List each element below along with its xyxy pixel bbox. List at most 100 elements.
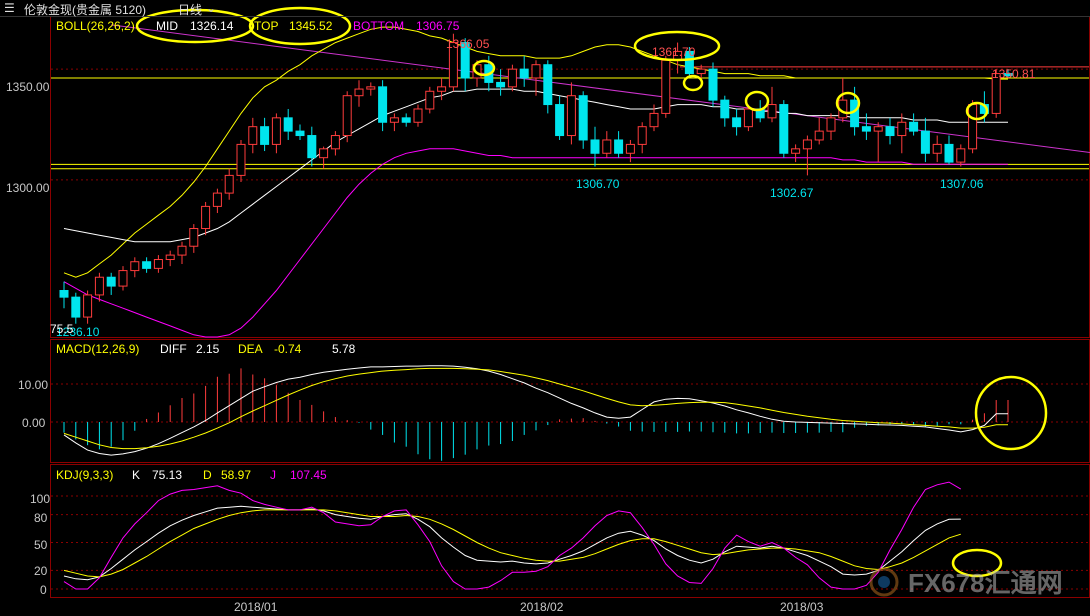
candle-body-13 [212, 192, 222, 207]
kdj-k-value: 75.13 [152, 468, 183, 482]
period-selector[interactable]: 日线 [178, 1, 202, 18]
candle-body-30 [413, 108, 423, 123]
macd-diff-label: DIFF [160, 342, 187, 356]
candle-body-0 [59, 290, 69, 298]
candle-body-18 [271, 117, 281, 145]
candle-body-45 [590, 139, 600, 154]
boll-top-value: 1345.52 [289, 19, 333, 33]
boll-mid-label: MID [156, 19, 178, 33]
candle-body-25 [354, 88, 364, 97]
candle-body-68 [861, 126, 871, 132]
candle-body-49 [637, 126, 647, 145]
macd-value: 5.78 [332, 342, 356, 356]
candle-body-21 [307, 135, 317, 159]
candle-body-2 [83, 294, 93, 318]
annotation-low-2: 1302.67 [770, 186, 814, 200]
kdj-j-value: 107.45 [290, 468, 327, 482]
candle-body-31 [425, 90, 435, 110]
kdj-tick-0: 0 [40, 583, 47, 597]
x-label-jan: 2018/01 [234, 600, 278, 614]
boll-name[interactable]: BOLL(26,26,2) [56, 19, 135, 33]
price-panel-frame [50, 16, 1090, 338]
kdj-tick-50: 50 [34, 538, 48, 552]
candle-body-23 [330, 135, 340, 150]
candle-body-11 [189, 228, 199, 247]
kdj-d-line [63, 509, 961, 578]
annotation-high-3: 1350.81 [992, 67, 1036, 81]
macd-dea-value: -0.74 [274, 342, 302, 356]
candle-body-60 [767, 104, 777, 119]
candle-body-15 [236, 143, 246, 176]
candle-body-65 [826, 117, 836, 132]
candle-body-8 [153, 259, 163, 269]
candle-body-24 [342, 95, 352, 137]
candle-body-38 [507, 68, 517, 88]
kdj-name[interactable]: KDJ(9,3,3) [56, 468, 113, 482]
candle-body-46 [602, 139, 612, 154]
candle-body-39 [519, 68, 529, 79]
candle-body-73 [920, 130, 930, 154]
candle-body-16 [248, 126, 258, 145]
candle-body-44 [578, 95, 588, 141]
candle-body-14 [224, 174, 234, 194]
macd-tick-0: 0.00 [22, 416, 46, 430]
candle-body-76 [956, 148, 966, 163]
candle-body-50 [649, 112, 659, 128]
kdj-tick-100: 100 [30, 492, 51, 506]
y-tick-1350: 1350.00 [6, 80, 50, 94]
candle-body-12 [201, 205, 211, 230]
candle-body-32 [437, 86, 447, 92]
macd-name[interactable]: MACD(12,26,9) [56, 342, 139, 356]
boll-mid-value: 1326.14 [190, 19, 234, 33]
candle-body-28 [389, 117, 399, 123]
candle-body-40 [531, 64, 541, 79]
annotation-high-2: 1361.70 [652, 45, 696, 59]
candle-body-58 [743, 108, 753, 128]
kdj-d-label: D [203, 468, 212, 482]
candle-body-75 [944, 143, 954, 163]
candle-body-9 [165, 254, 175, 261]
candle-body-54 [696, 68, 706, 75]
kdj-tick-20: 20 [34, 564, 48, 578]
candle-body-74 [932, 143, 942, 154]
candle-body-70 [885, 126, 895, 137]
candle-body-42 [555, 104, 565, 137]
boll-bottom-label: BOTTOM [353, 19, 405, 33]
x-label-mar: 2018/03 [780, 600, 824, 614]
menu-icon[interactable]: ☰ [4, 1, 15, 15]
candle-body-3 [94, 276, 104, 296]
candle-body-56 [720, 99, 730, 119]
candle-body-4 [106, 276, 116, 287]
candle-body-43 [566, 95, 576, 137]
candle-body-27 [378, 86, 388, 123]
candle-body-41 [543, 64, 553, 106]
annotation-low-1: 1306.70 [576, 177, 620, 191]
candle-body-51 [661, 59, 671, 114]
candle-body-17 [260, 126, 270, 145]
candle-body-7 [142, 261, 152, 269]
kdj-j-label: J [270, 468, 276, 482]
candle-body-62 [791, 148, 801, 154]
candle-body-71 [897, 121, 907, 137]
kdj-d-value: 58.97 [221, 468, 252, 482]
x-label-feb: 2018/02 [520, 600, 564, 614]
candle-body-69 [873, 126, 883, 132]
macd-panel-frame [50, 339, 1090, 463]
candle-body-55 [708, 68, 718, 101]
candle-body-26 [366, 86, 376, 90]
y-tick-1300: 1300.00 [6, 181, 50, 195]
annotation-low-3: 1307.06 [940, 177, 984, 191]
macd-dea-label: DEA [238, 342, 263, 356]
chevron-down-icon[interactable]: ⌄ [206, 1, 216, 15]
instrument-title: 伦敦金现(贵金属 5120) [24, 3, 147, 17]
candle-body-20 [295, 130, 305, 137]
highlight-ellipse-8 [974, 375, 1048, 451]
candle-body-6 [130, 261, 140, 272]
candle-body-19 [283, 117, 293, 132]
macd-tick-10: 10.00 [18, 378, 49, 392]
candle-body-61 [779, 104, 789, 154]
fx678-logo: FX678汇通网 [869, 567, 1063, 598]
chart-canvas[interactable] [0, 0, 1090, 616]
candle-body-48 [625, 143, 635, 154]
candle-body-57 [732, 117, 742, 128]
